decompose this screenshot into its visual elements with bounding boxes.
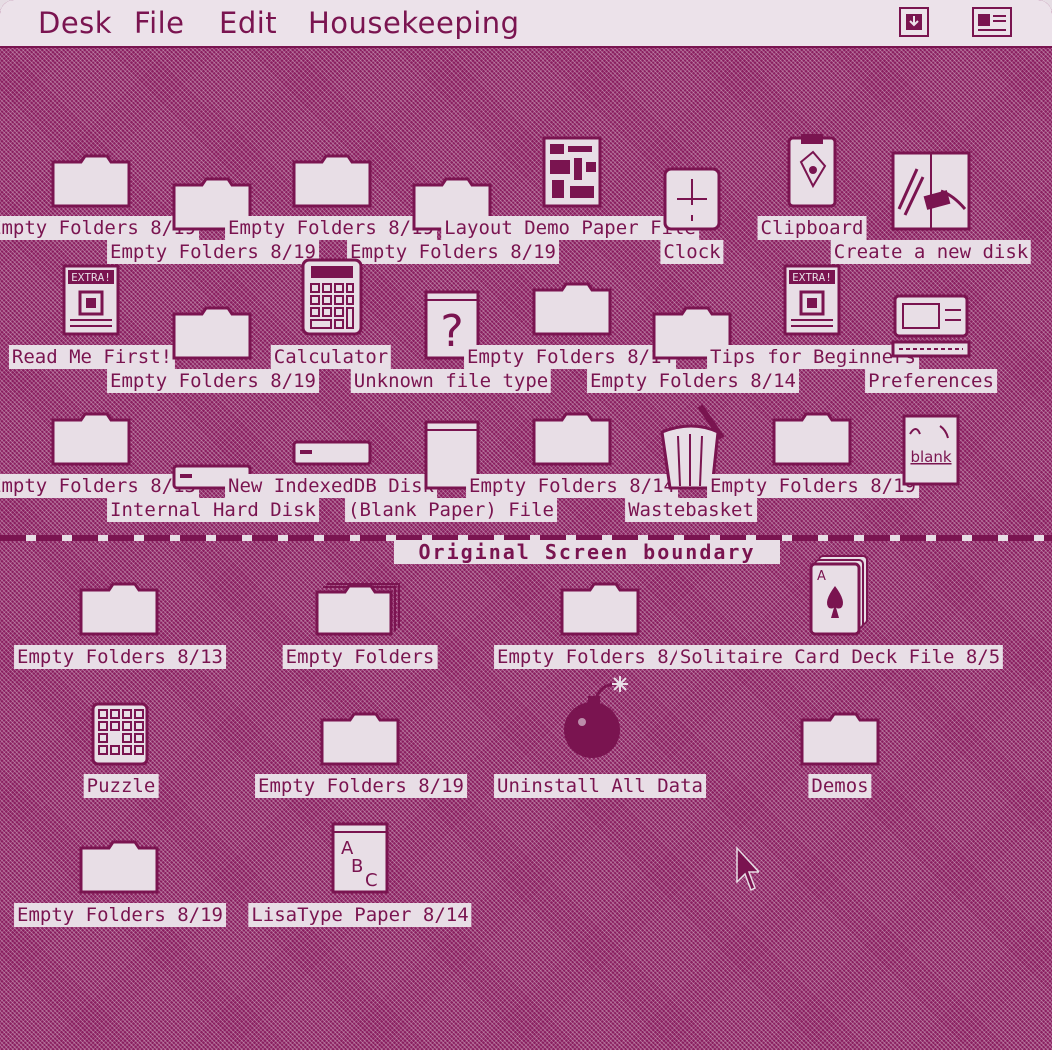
svg-text:blank: blank [910, 448, 951, 466]
svg-text:EXTRA!: EXTRA! [71, 271, 111, 284]
clock-icon[interactable] [632, 141, 752, 231]
folder-icon[interactable] [752, 376, 872, 466]
icon-label[interactable]: Empty Folders 8/19 [494, 645, 706, 669]
desktop[interactable]: Desk File Edit Housekeeping Empty Folder… [0, 0, 1052, 1050]
paper-icon[interactable] [512, 118, 632, 208]
mouse-pointer-icon [736, 846, 759, 892]
icon-label[interactable]: Empty Folders 8/19 [255, 774, 467, 798]
icon-label[interactable]: Solitaire Card Deck File 8/5 [676, 645, 1004, 669]
menu-housekeeping[interactable]: Housekeeping [308, 6, 520, 40]
icon-label[interactable]: Internal Hard Disk [107, 498, 319, 522]
icon-label[interactable]: Puzzle [83, 774, 159, 798]
clipboard-icon[interactable] [752, 118, 872, 208]
svg-text:EXTRA!: EXTRA! [792, 271, 832, 284]
icon-label[interactable]: LisaType Paper 8/14 [248, 903, 472, 927]
folder-icon[interactable] [31, 118, 151, 208]
folder-icon[interactable] [512, 246, 632, 336]
calculator-icon[interactable] [272, 246, 392, 336]
svg-text:C: C [365, 870, 378, 891]
folder-icon[interactable] [780, 676, 900, 766]
folder-icon[interactable] [59, 546, 179, 636]
folder-icon[interactable] [300, 676, 420, 766]
menu-desk[interactable]: Desk [38, 6, 112, 40]
folder-icon[interactable] [152, 270, 272, 360]
folder-icon[interactable] [31, 376, 151, 466]
folder-icon[interactable] [512, 376, 632, 466]
puzzle-icon[interactable] [60, 676, 180, 766]
preferences-menu-icon[interactable] [972, 7, 1012, 37]
svg-text:B: B [351, 856, 363, 877]
folder-icon[interactable] [272, 118, 392, 208]
new-disk-icon[interactable] [871, 141, 991, 231]
menu-bar: Desk File Edit Housekeeping [0, 0, 1052, 48]
blank-paper-icon[interactable]: blank [871, 396, 991, 486]
clipboard-menu-icon[interactable] [899, 7, 929, 37]
icon-label[interactable]: Demos [808, 774, 872, 798]
folder-icon[interactable] [59, 804, 179, 894]
icon-label[interactable]: Empty Folders 8/13 [14, 645, 226, 669]
lisatype-icon[interactable]: ABC [300, 804, 420, 894]
menu-edit[interactable]: Edit [219, 6, 277, 40]
newsletter-icon[interactable]: EXTRA! [752, 246, 872, 336]
preferences-icon[interactable] [871, 270, 991, 360]
newsletter-icon[interactable]: EXTRA! [31, 246, 151, 336]
menu-file[interactable]: File [134, 6, 185, 40]
svg-text:?: ? [440, 306, 463, 357]
hard-disk-icon[interactable] [272, 378, 392, 468]
svg-text:A: A [817, 569, 826, 584]
icon-label[interactable]: Read Me First! [8, 345, 176, 369]
icon-label[interactable]: Wastebasket [625, 498, 757, 522]
icon-label[interactable]: Clipboard [757, 216, 867, 240]
icon-label[interactable]: Empty Folders [282, 645, 438, 669]
icon-label[interactable]: Calculator [270, 345, 392, 369]
icon-label[interactable]: Preferences [865, 369, 997, 393]
icon-label[interactable]: Clock [660, 240, 724, 264]
icon-label[interactable]: Empty Folders 8/19 [14, 903, 226, 927]
icon-label[interactable]: (Blank Paper) File [345, 498, 557, 522]
icon-label[interactable]: Uninstall All Data [494, 774, 706, 798]
bomb-icon[interactable] [540, 670, 660, 760]
folder-icon[interactable] [540, 546, 660, 636]
card-deck-icon[interactable]: A [780, 546, 900, 636]
folder-stack-icon[interactable] [300, 546, 420, 636]
